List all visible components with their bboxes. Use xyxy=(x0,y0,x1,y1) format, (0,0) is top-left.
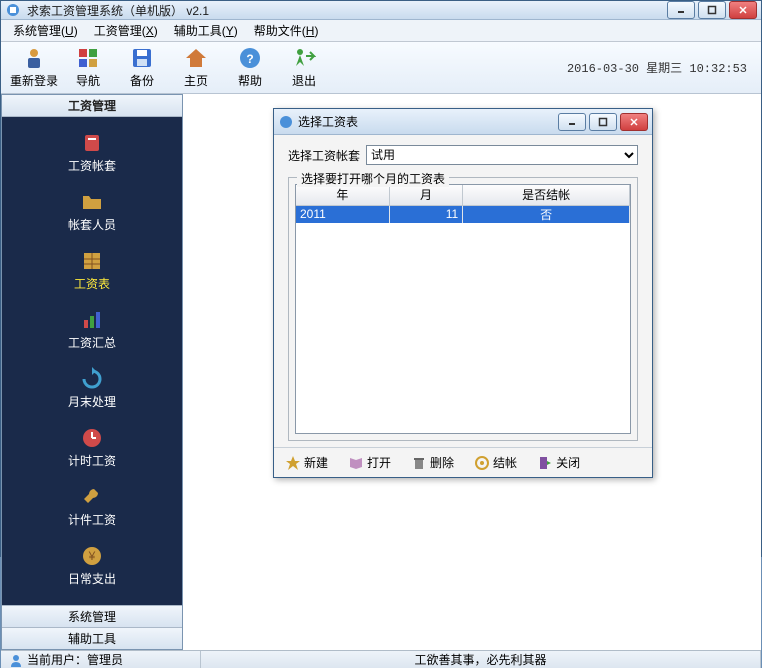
app-icon xyxy=(5,2,21,18)
col-month[interactable]: 月 xyxy=(389,185,462,205)
close-account-button[interactable]: 结帐 xyxy=(469,451,522,474)
help-button[interactable]: ?帮助 xyxy=(223,44,277,92)
main-area: 选择工资表 选择工资帐套 试用 选择要打开哪个月的工资表 xyxy=(183,94,761,650)
menubar: 系统管理(U) 工资管理(X) 辅助工具(Y) 帮助文件(H) xyxy=(1,20,761,42)
sidebar-tab-tools[interactable]: 辅助工具 xyxy=(2,627,182,649)
sidebar-tab-system[interactable]: 系统管理 xyxy=(2,605,182,627)
menu-system[interactable]: 系统管理(U) xyxy=(5,20,86,41)
user-icon xyxy=(22,46,46,70)
col-year[interactable]: 年 xyxy=(296,185,389,205)
sidebar-item-hourly[interactable]: 计时工资 xyxy=(2,420,182,479)
toolbar: 重新登录 导航 备份 主页 ?帮助 退出 2016-03-30 星期三 10:3… xyxy=(1,42,761,94)
sidebar-header[interactable]: 工资管理 xyxy=(2,95,182,117)
sidebar-item-personnel[interactable]: 帐套人员 xyxy=(2,184,182,243)
dialog-minimize-button[interactable] xyxy=(558,113,586,131)
clock-icon xyxy=(80,426,104,450)
chart-icon xyxy=(80,308,104,332)
sidebar-footer: 系统管理 辅助工具 xyxy=(2,605,182,649)
delete-button[interactable]: 删除 xyxy=(406,451,459,474)
menu-tools[interactable]: 辅助工具(Y) xyxy=(166,20,246,41)
group-title: 选择要打开哪个月的工资表 xyxy=(297,170,449,187)
maximize-button[interactable] xyxy=(698,1,726,19)
dialog-close-btn[interactable]: 关闭 xyxy=(532,451,585,474)
sidebar-body: 工资帐套 帐套人员 工资表 工资汇总 月末处理 计时工资 计件工资 ¥日常支出 xyxy=(2,117,182,605)
lock-icon xyxy=(474,455,490,471)
content: 工资管理 工资帐套 帐套人员 工资表 工资汇总 月末处理 计时工资 计件工资 ¥… xyxy=(1,94,761,650)
sidebar: 工资管理 工资帐套 帐套人员 工资表 工资汇总 月末处理 计时工资 计件工资 ¥… xyxy=(1,94,183,650)
account-select-row: 选择工资帐套 试用 xyxy=(288,145,638,165)
book-icon xyxy=(80,131,104,155)
account-label: 选择工资帐套 xyxy=(288,147,360,164)
dialog-toolbar: 新建 打开 删除 结帐 关闭 xyxy=(274,447,652,477)
dialog-title: 选择工资表 xyxy=(294,113,558,130)
status-motto: 工欲善其事，必先利其器 xyxy=(201,651,761,668)
dialog-icon xyxy=(278,114,294,130)
exit-icon xyxy=(292,46,316,70)
app-title: 求索工资管理系统（单机版） v2.1 xyxy=(27,2,667,19)
sidebar-item-summary[interactable]: 工资汇总 xyxy=(2,302,182,361)
relogin-button[interactable]: 重新登录 xyxy=(7,44,61,92)
help-icon: ? xyxy=(238,46,262,70)
sidebar-item-expense[interactable]: ¥日常支出 xyxy=(2,538,182,597)
exit-button[interactable]: 退出 xyxy=(277,44,331,92)
refresh-icon xyxy=(80,367,104,391)
star-icon xyxy=(285,455,301,471)
user-status-icon xyxy=(9,653,23,667)
open-book-icon xyxy=(348,455,364,471)
menu-salary[interactable]: 工资管理(X) xyxy=(86,20,166,41)
dialog-close-button[interactable] xyxy=(620,113,648,131)
status-user: 当前用户：管理员 xyxy=(1,651,201,668)
open-button[interactable]: 打开 xyxy=(343,451,396,474)
home-icon xyxy=(184,46,208,70)
datetime-label: 2016-03-30 星期三 10:32:53 xyxy=(567,59,755,76)
backup-button[interactable]: 备份 xyxy=(115,44,169,92)
dialog-body: 选择工资帐套 试用 选择要打开哪个月的工资表 年 月 是否结帐 xyxy=(274,135,652,447)
new-button[interactable]: 新建 xyxy=(280,451,333,474)
dialog-maximize-button[interactable] xyxy=(589,113,617,131)
home-button[interactable]: 主页 xyxy=(169,44,223,92)
month-group: 选择要打开哪个月的工资表 年 月 是否结帐 2011 xyxy=(288,177,638,441)
money-icon: ¥ xyxy=(80,544,104,568)
svg-text:?: ? xyxy=(246,52,253,66)
dialog-titlebar: 选择工资表 xyxy=(274,109,652,135)
nav-button[interactable]: 导航 xyxy=(61,44,115,92)
sidebar-item-account[interactable]: 工资帐套 xyxy=(2,125,182,184)
main-window: 求索工资管理系统（单机版） v2.1 系统管理(U) 工资管理(X) 辅助工具(… xyxy=(0,0,762,557)
col-closed[interactable]: 是否结帐 xyxy=(463,185,630,205)
main-titlebar: 求索工资管理系统（单机版） v2.1 xyxy=(1,1,761,20)
table-icon xyxy=(80,249,104,273)
save-icon xyxy=(130,46,154,70)
flag-icon xyxy=(76,46,100,70)
select-payroll-dialog: 选择工资表 选择工资帐套 试用 选择要打开哪个月的工资表 xyxy=(273,108,653,478)
svg-text:¥: ¥ xyxy=(88,549,96,563)
minimize-button[interactable] xyxy=(667,1,695,19)
payroll-table: 年 月 是否结帐 2011 11 否 xyxy=(296,185,630,223)
menu-help[interactable]: 帮助文件(H) xyxy=(246,20,327,41)
sidebar-item-monthend[interactable]: 月末处理 xyxy=(2,361,182,420)
close-button[interactable] xyxy=(729,1,757,19)
folder-icon xyxy=(80,190,104,214)
payroll-table-wrap[interactable]: 年 月 是否结帐 2011 11 否 xyxy=(295,184,631,434)
account-select[interactable]: 试用 xyxy=(366,145,638,165)
wrench-icon xyxy=(80,485,104,509)
door-icon xyxy=(537,455,553,471)
table-row[interactable]: 2011 11 否 xyxy=(296,205,630,223)
trash-icon xyxy=(411,455,427,471)
sidebar-item-payroll[interactable]: 工资表 xyxy=(2,243,182,302)
sidebar-item-piecework[interactable]: 计件工资 xyxy=(2,479,182,538)
window-controls xyxy=(667,1,757,19)
statusbar: 当前用户：管理员 工欲善其事，必先利其器 xyxy=(1,650,761,668)
